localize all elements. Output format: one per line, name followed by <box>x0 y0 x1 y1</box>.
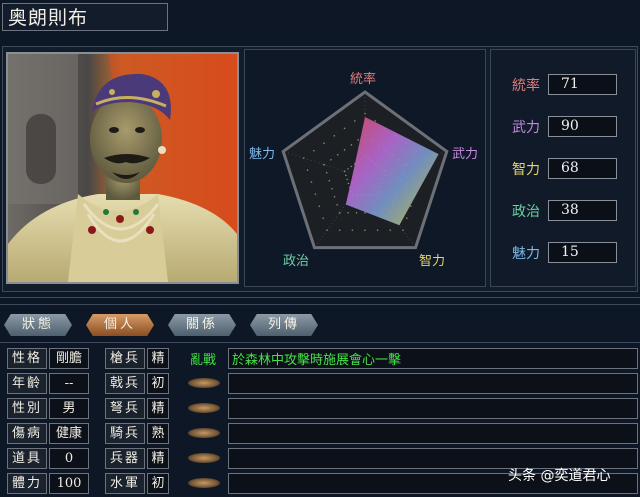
radar-grid-dot <box>351 229 354 231</box>
divider <box>0 304 640 305</box>
radar-label-bottom-left: 政治 <box>283 254 310 269</box>
stat-label-intelligence: 智力 <box>512 162 540 178</box>
stat-label-politics: 政治 <box>512 204 540 220</box>
radar-grid-dot <box>336 203 338 206</box>
tab-personal[interactable]: 個人 <box>86 314 154 336</box>
troop-label: 兵器 <box>105 448 145 469</box>
radar-label-right: 武力 <box>452 147 479 162</box>
skill-slot-icon <box>188 478 220 488</box>
troop-aptitude: 初 <box>147 373 169 394</box>
troop-label: 弩兵 <box>105 398 145 419</box>
tab-biography[interactable]: 列傳 <box>250 314 318 336</box>
troop-label: 戟兵 <box>105 373 145 394</box>
attribute-label: 性別 <box>7 398 47 419</box>
radar-grid-dot <box>353 120 356 122</box>
radar-grid-dot <box>313 149 315 152</box>
troop-label: 騎兵 <box>105 423 145 444</box>
radar-grid-dot <box>323 142 325 145</box>
radar-grid-dot <box>350 144 353 146</box>
attribute-value: 100 <box>49 473 89 494</box>
attribute-value: 男 <box>49 398 89 419</box>
page-title: 奥朗則布 <box>8 7 89 29</box>
radar-grid-dot <box>347 168 349 170</box>
divider <box>0 297 640 298</box>
radar-grid-dot <box>357 139 359 141</box>
skill-slot-icon <box>188 453 220 463</box>
stat-value-war: 90 <box>548 116 617 137</box>
attribute-value: 剛膽 <box>49 348 89 369</box>
stat-value-charm: 15 <box>548 242 617 263</box>
radar-chart-panel: 統率 武力 智力 政治 魅力 <box>244 49 486 287</box>
attribute-label: 年齡 <box>7 373 47 394</box>
troop-label: 水軍 <box>105 473 145 494</box>
radar-grid-dot <box>310 181 313 183</box>
radar-grid-dot <box>336 154 339 156</box>
skill-slot[interactable] <box>228 423 638 444</box>
radar-grid-dot <box>338 229 341 231</box>
radar-grid-dot <box>338 211 341 214</box>
stat-label-command: 統率 <box>512 78 540 94</box>
radar-grid-dot <box>389 229 392 231</box>
skill-description: 於森林中攻擊時施展會心一擊 <box>232 353 402 368</box>
troop-aptitude: 精 <box>147 398 169 419</box>
radar-grid-dot <box>318 205 321 207</box>
attribute-value: 0 <box>49 448 89 469</box>
skill-slot-icon <box>188 378 220 388</box>
radar-grid-dot <box>328 179 331 182</box>
attribute-value: -- <box>49 373 89 394</box>
radar-grid-dot <box>331 187 333 190</box>
radar-label-top: 統率 <box>350 72 377 87</box>
troop-aptitude: 初 <box>147 473 169 494</box>
radar-grid-dot <box>333 134 336 137</box>
radar-grid-dot <box>364 211 366 214</box>
skill-slot-icon <box>188 403 220 413</box>
radar-grid-dot <box>323 163 325 166</box>
radar-grid-dot <box>343 149 346 151</box>
radar-grid-dot <box>347 211 349 214</box>
radar-grid-dot <box>343 127 346 130</box>
tab-relations[interactable]: 關係 <box>168 314 236 336</box>
radar-grid-dot <box>346 178 348 181</box>
skill-name: 亂戰 <box>190 353 217 368</box>
radar-grid-dot <box>345 174 347 177</box>
radar-grid-dot <box>314 193 317 195</box>
radar-grid-dot <box>325 171 328 174</box>
skill-slot[interactable] <box>228 398 638 419</box>
radar-grid-dot <box>306 169 309 171</box>
stat-value-intelligence: 68 <box>548 158 617 179</box>
tab-status[interactable]: 狀態 <box>4 314 72 336</box>
radar-grid-dot <box>374 120 377 122</box>
attribute-label: 性格 <box>7 348 47 369</box>
skill-slot-icon <box>188 428 220 438</box>
radar-grid-dot <box>347 182 350 185</box>
radar-grid-dot <box>376 229 379 231</box>
watermark-text: 头条 @奕道君心 <box>508 468 611 484</box>
radar-grid-dot <box>364 229 366 231</box>
radar-grid-dot <box>350 165 353 168</box>
attribute-label: 道具 <box>7 448 47 469</box>
stat-value-command: 71 <box>548 74 617 95</box>
troop-label: 槍兵 <box>105 348 145 369</box>
portrait-image <box>6 52 239 284</box>
divider <box>0 342 640 343</box>
troop-aptitude: 精 <box>147 448 169 469</box>
attribute-label: 體力 <box>7 473 47 494</box>
radar-grid-dot <box>355 211 358 214</box>
troop-aptitude: 精 <box>147 348 169 369</box>
radar-grid-dot <box>322 217 324 219</box>
radar-grid-dot <box>333 195 336 198</box>
radar-label-bottom-right: 智力 <box>419 254 446 269</box>
portrait-art <box>8 54 237 282</box>
skill-slot[interactable] <box>228 373 638 394</box>
radar-grid-dot <box>330 158 332 161</box>
attribute-value: 健康 <box>49 423 89 444</box>
stat-value-politics: 38 <box>548 200 617 221</box>
stat-label-charm: 魅力 <box>512 246 540 262</box>
stat-label-war: 武力 <box>512 120 540 136</box>
attribute-label: 傷病 <box>7 423 47 444</box>
radar-grid-dot <box>406 217 408 219</box>
troop-aptitude: 熟 <box>147 423 169 444</box>
radar-label-left: 魅力 <box>249 147 276 162</box>
